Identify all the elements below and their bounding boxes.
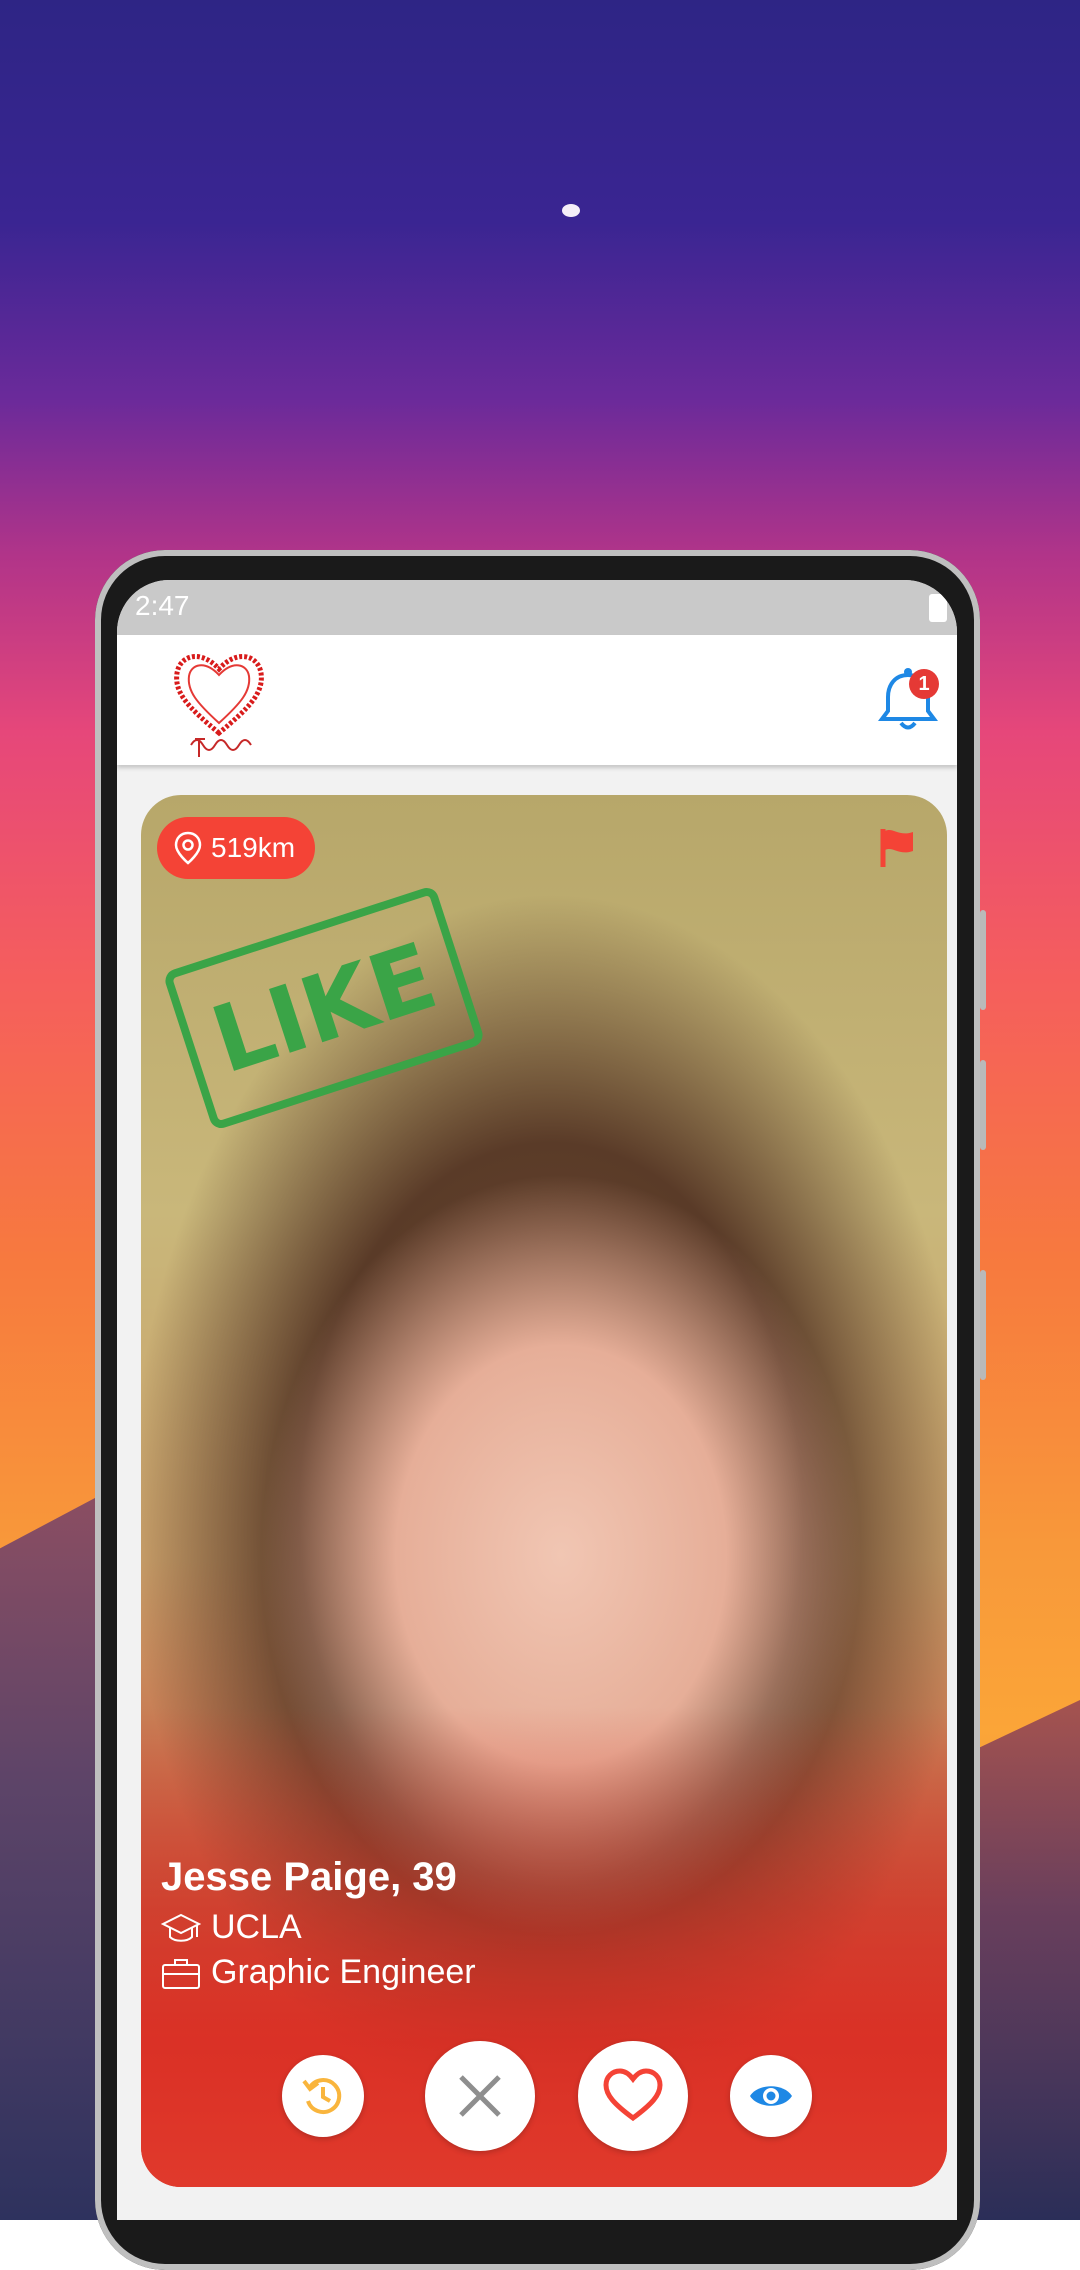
like-stamp: LIKE <box>162 884 486 1132</box>
eye-icon <box>750 2086 792 2106</box>
rewind-icon <box>302 2078 342 2115</box>
distance-text: 519km <box>211 832 296 863</box>
job-text: Graphic Engineer <box>211 1953 476 1991</box>
profile-card[interactable]: 519km LIKE Jesse Paige, 39 UCLA Graphic … <box>141 795 947 2187</box>
moon <box>562 204 580 217</box>
close-icon <box>459 2075 501 2117</box>
notification-badge: 1 <box>909 669 939 699</box>
view-button[interactable] <box>730 2055 812 2137</box>
report-flag-icon[interactable] <box>879 827 917 869</box>
mountain-left <box>0 1490 110 2220</box>
profile-info: Jesse Paige, 39 UCLA Graphic Engineer <box>161 1855 476 1992</box>
location-pin-icon <box>174 831 202 865</box>
graduation-cap-icon <box>161 1913 201 1942</box>
like-button[interactable] <box>578 2041 688 2151</box>
briefcase-icon <box>162 1958 200 1989</box>
mountain-right <box>970 1700 1080 2220</box>
school-text: UCLA <box>211 1908 302 1946</box>
status-time: 2:47 <box>135 590 190 621</box>
phone-volume-up <box>980 1060 986 1150</box>
phone-side-button <box>980 910 986 1010</box>
app-header: 1 <box>117 635 957 765</box>
profile-name-age: Jesse Paige, 39 <box>161 1855 457 1899</box>
distance-badge: 519km <box>157 817 316 879</box>
battery-icon <box>929 594 947 622</box>
status-bar: 2:47 <box>117 580 957 635</box>
phone-volume-down <box>980 1270 986 1380</box>
app-logo <box>174 654 264 757</box>
heart-icon <box>603 2068 663 2122</box>
job-row: Graphic Engineer <box>161 1953 476 1992</box>
action-bar <box>141 2035 947 2155</box>
school-row: UCLA <box>161 1908 476 1947</box>
app-screen: 2:47 1 519km LIKE Jesse Paige, 39 UCLA G… <box>117 580 957 2220</box>
rewind-button[interactable] <box>282 2055 364 2137</box>
nope-button[interactable] <box>425 2041 535 2151</box>
